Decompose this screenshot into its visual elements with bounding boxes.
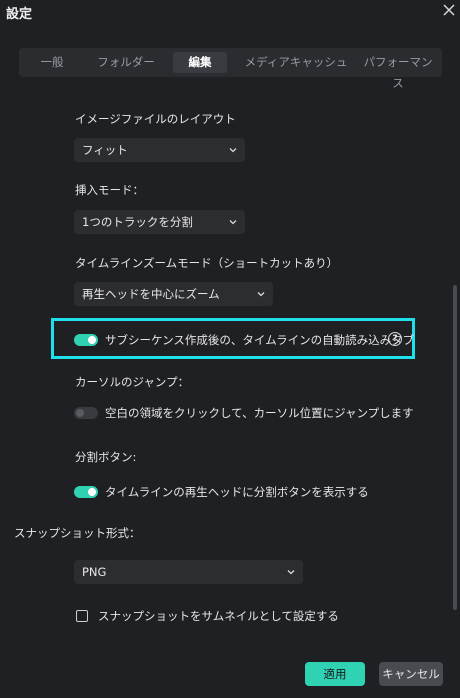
toggle-knob — [88, 336, 96, 344]
image-layout-select[interactable]: フィット — [74, 138, 245, 162]
image-layout-label: イメージファイルのレイアウト — [75, 112, 236, 126]
chevron-down-icon — [287, 570, 295, 575]
timeline-zoom-select[interactable]: 再生ヘッドを中心にズーム — [74, 282, 273, 306]
insert-mode-select[interactable]: 1つのトラックを分割 — [74, 210, 245, 234]
timeline-zoom-value: 再生ヘッドを中心にズーム — [82, 287, 220, 301]
tab-performance[interactable]: パフォーマンス — [359, 52, 437, 90]
split-button-label: 分割ボタン: — [75, 450, 137, 464]
subsequence-toggle[interactable] — [74, 334, 98, 346]
tab-folder[interactable]: フォルダー — [91, 52, 161, 73]
toggle-knob — [76, 409, 84, 417]
chevron-down-icon — [229, 148, 237, 153]
cancel-button[interactable]: キャンセル — [379, 662, 443, 686]
timeline-zoom-label: タイムラインズームモード（ショートカットあり） — [75, 256, 339, 270]
insert-mode-label: 挿入モード： — [75, 183, 144, 197]
tab-general[interactable]: 一般 — [29, 52, 75, 73]
cursor-jump-label: カーソルのジャンプ： — [75, 375, 190, 389]
toggle-knob — [88, 488, 96, 496]
tab-media-cache[interactable]: メディアキャッシュ — [241, 52, 351, 73]
help-icon[interactable]: ? — [388, 332, 402, 346]
split-button-toggle[interactable] — [74, 486, 98, 498]
cursor-jump-toggle-label: 空白の領域をクリックして、カーソル位置にジャンプします — [105, 406, 414, 420]
settings-tab-bar: 一般 フォルダー 編集 メディアキャッシュ パフォーマンス — [19, 48, 442, 90]
insert-mode-value: 1つのトラックを分割 — [82, 215, 193, 229]
snapshot-thumbnail-label: スナップショットをサムネイルとして設定する — [98, 609, 339, 623]
snapshot-thumbnail-checkbox[interactable] — [76, 610, 88, 622]
chevron-down-icon — [257, 292, 265, 297]
snapshot-format-label: スナップショット形式： — [14, 526, 141, 540]
subsequence-toggle-label: サブシーケンス作成後の、タイムラインの自動読み込みタブ — [105, 333, 415, 347]
close-icon[interactable] — [441, 2, 457, 18]
split-button-toggle-label: タイムラインの再生ヘッドに分割ボタンを表示する — [105, 485, 369, 499]
scrollbar[interactable] — [453, 285, 457, 610]
tab-edit[interactable]: 編集 — [173, 52, 227, 73]
image-layout-value: フィット — [82, 143, 128, 157]
snapshot-format-select[interactable]: PNG — [74, 560, 303, 584]
cursor-jump-toggle[interactable] — [74, 407, 98, 419]
snapshot-format-value: PNG — [82, 565, 107, 579]
window-title: 設定 — [6, 7, 33, 22]
apply-button[interactable]: 適用 — [305, 662, 365, 686]
chevron-down-icon — [229, 220, 237, 225]
